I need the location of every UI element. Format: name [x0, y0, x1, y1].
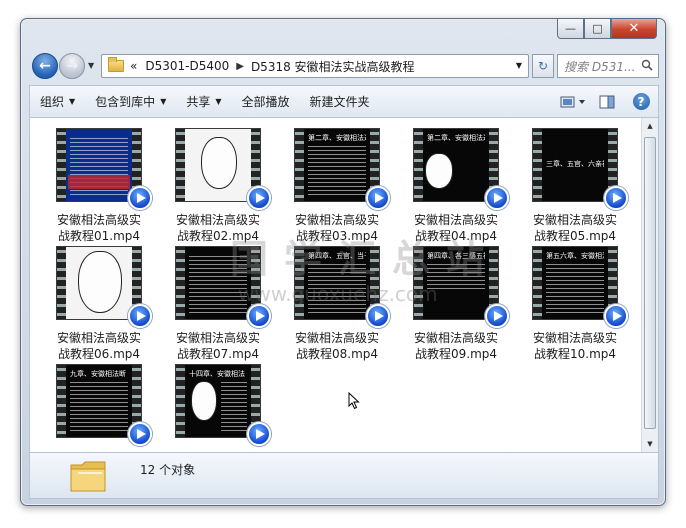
organize-menu[interactable]: 组织 ▼ — [30, 86, 85, 117]
file-item[interactable]: 九章、安徽相法断 — [48, 364, 152, 452]
file-name: 安徽相法高级实 战教程08.mp4 — [294, 331, 379, 361]
media-player-icon — [247, 186, 271, 210]
vertical-scrollbar[interactable]: ▲ ▼ — [641, 118, 658, 452]
media-player-icon — [247, 422, 271, 446]
media-player-icon — [247, 304, 271, 328]
media-player-icon — [128, 422, 152, 446]
search-input[interactable]: 搜索 D531... — [557, 54, 659, 78]
help-button[interactable]: ? — [624, 86, 658, 118]
command-bar: 组织 ▼ 包含到库中 ▼ 共享 ▼ 全部播放 新建文件夹 ? — [29, 85, 659, 117]
play-all-button[interactable]: 全部播放 — [232, 86, 300, 117]
arrow-left-icon: ← — [39, 58, 51, 74]
scroll-thumb[interactable] — [644, 137, 656, 429]
back-button[interactable]: ← — [32, 53, 58, 79]
breadcrumb-overflow[interactable]: « — [130, 59, 137, 73]
refresh-button[interactable]: ↻ — [532, 54, 554, 78]
new-folder-button[interactable]: 新建文件夹 — [300, 86, 380, 117]
address-bar[interactable]: « D5301-D5400 ▶ D5318 安徽相法实战高级教程 ▼ — [101, 54, 529, 78]
breadcrumb-item[interactable]: D5301-D5400 — [145, 59, 229, 73]
share-label: 共享 — [186, 95, 211, 109]
file-name: 安徽相法高级实 战教程04.mp4 — [413, 213, 498, 243]
mouse-cursor-icon — [348, 392, 360, 410]
file-name: 安徽相法高级实 战教程10.mp4 — [532, 331, 617, 361]
chevron-down-icon: ▼ — [69, 97, 76, 106]
file-item[interactable]: 第五六章、安徽相法 安徽相法高级实 战教程10.mp4 — [524, 246, 628, 362]
file-name: 安徽相法高级实 战教程02.mp4 — [175, 213, 260, 243]
media-player-icon — [128, 304, 152, 328]
scroll-down-arrow[interactable]: ▼ — [642, 436, 658, 452]
file-item[interactable]: 十四章、安徽相法 — [167, 364, 271, 452]
preview-pane-icon — [599, 95, 615, 108]
chevron-right-icon[interactable]: ▶ — [236, 61, 244, 72]
chevron-down-icon: ▼ — [215, 97, 222, 106]
search-icon[interactable] — [641, 59, 653, 71]
file-name: 安徽相法高级实 战教程06.mp4 — [56, 331, 141, 361]
navigation-bar: ← → ▼ « D5301-D5400 ▶ D5318 安徽相法实战高级教程 ▼… — [29, 51, 659, 81]
share-menu[interactable]: 共享 ▼ — [176, 86, 231, 117]
search-placeholder: 搜索 D531... — [564, 59, 636, 74]
folder-icon — [70, 461, 106, 492]
media-player-icon — [366, 304, 390, 328]
file-name: 安徽相法高级实 战教程07.mp4 — [175, 331, 260, 361]
help-icon: ? — [632, 93, 650, 110]
file-item[interactable]: 安徽相法高级实 战教程02.mp4 — [167, 128, 271, 244]
close-button[interactable]: ✕ — [611, 19, 657, 39]
file-item[interactable]: 第四章、各三感五神 安徽相法高级实 战教程09.mp4 — [405, 246, 509, 362]
file-name: 安徽相法高级实 战教程01.mp4 — [56, 213, 141, 243]
recent-pages-dropdown[interactable]: ▼ — [88, 61, 94, 70]
file-name: 安徽相法高级实 战教程09.mp4 — [413, 331, 498, 361]
include-in-library-menu[interactable]: 包含到库中 ▼ — [85, 86, 176, 117]
details-pane: 12 个对象 — [29, 453, 659, 499]
folder-icon — [108, 57, 124, 72]
breadcrumb-item[interactable]: D5318 安徽相法实战高级教程 — [251, 58, 415, 75]
media-player-icon — [128, 186, 152, 210]
explorer-window: — □ ✕ ← → ▼ « D5301-D5400 ▶ D5318 安徽相法实战… — [20, 18, 666, 506]
scroll-up-arrow[interactable]: ▲ — [642, 118, 658, 134]
file-name: 安徽相法高级实 战教程05.mp4 — [532, 213, 617, 243]
file-item[interactable]: 第四章、五官、当子神 安徽相法高级实战教程08.mp4 — [286, 246, 390, 362]
organize-label: 组织 — [40, 95, 65, 109]
item-count: 12 个对象 — [140, 463, 196, 477]
media-player-icon — [485, 186, 509, 210]
media-player-icon — [485, 304, 509, 328]
file-name: 安徽相法高级实 战教程03.mp4 — [294, 213, 379, 243]
refresh-icon: ↻ — [537, 59, 549, 73]
arrow-right-icon: → — [66, 58, 78, 74]
forward-button[interactable]: → — [59, 53, 85, 79]
file-item[interactable]: 安徽相法高级实 战教程07.mp4 — [167, 246, 271, 362]
address-dropdown[interactable]: ▼ — [516, 61, 522, 70]
preview-pane-button[interactable] — [590, 86, 624, 118]
minimize-button[interactable]: — — [557, 19, 584, 39]
media-player-icon — [604, 304, 628, 328]
file-item[interactable]: 安徽相法高级实 战教程01.mp4 — [48, 128, 152, 244]
media-player-icon — [366, 186, 390, 210]
view-icon — [560, 96, 585, 107]
file-item[interactable]: 第二章、安徽相法过三关 安徽相法高级实战教程04.mp4 — [405, 128, 509, 244]
chevron-down-icon: ▼ — [160, 97, 167, 106]
file-item[interactable]: 安徽相法高级实 战教程06.mp4 — [48, 246, 152, 362]
maximize-button[interactable]: □ — [584, 19, 611, 39]
include-in-library-label: 包含到库中 — [95, 95, 156, 109]
caption-buttons: — □ ✕ — [557, 19, 657, 39]
media-player-icon — [604, 186, 628, 210]
view-options-button[interactable] — [556, 86, 590, 118]
file-item[interactable]: 三章、五官、六亲神断 安徽相法高级实战教程05.mp4 — [524, 128, 628, 244]
file-item[interactable]: 第二章、安徽相法过三关 安徽相法高级实战教程03.mp4 — [286, 128, 390, 244]
file-list-view[interactable]: 安徽相法高级实 战教程01.mp4 安徽相法高级实 战教程02.mp4 第二章、安徽… — [29, 117, 659, 453]
